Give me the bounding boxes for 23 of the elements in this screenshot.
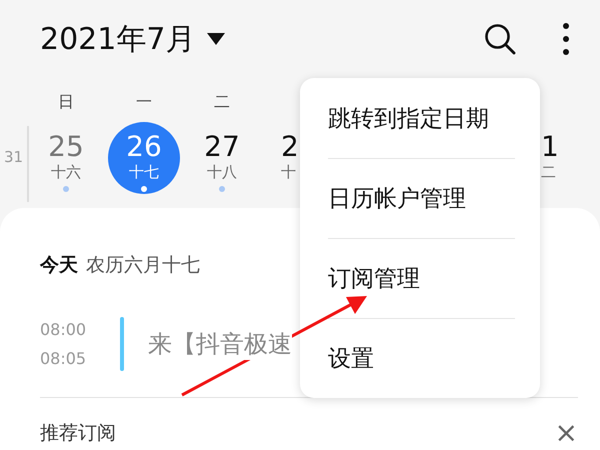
- menu-item[interactable]: 跳转到指定日期: [328, 78, 515, 158]
- calendar-day[interactable]: 27 十八: [186, 122, 258, 194]
- weekday-label: 日: [58, 92, 74, 112]
- dropdown-triangle-icon[interactable]: [207, 33, 226, 45]
- month-title[interactable]: 2021年7月: [40, 18, 196, 60]
- menu-item[interactable]: 设置: [328, 318, 515, 398]
- event-start-time: 08:00: [40, 320, 88, 339]
- lunar-date: 农历六月十七: [86, 253, 200, 278]
- event-end-time: 08:05: [40, 349, 88, 368]
- menu-item[interactable]: 日历帐户管理: [328, 158, 515, 238]
- today-label: 今天: [40, 253, 78, 278]
- section-title: 推荐订阅: [40, 421, 116, 446]
- more-options-icon[interactable]: [562, 22, 570, 56]
- close-button[interactable]: ×: [554, 420, 578, 446]
- search-icon[interactable]: [484, 23, 516, 55]
- weekday-label: 一: [136, 92, 152, 112]
- calendar-day[interactable]: 1 二: [539, 122, 561, 194]
- event-color-bar: [120, 317, 124, 371]
- weekday-label: 二: [214, 92, 230, 112]
- calendar-day[interactable]: 25 十六: [30, 122, 102, 194]
- calendar-day[interactable]: 26 十七: [108, 122, 180, 194]
- calendar-day[interactable]: 2 十: [275, 122, 305, 194]
- week-number: 31: [4, 148, 24, 166]
